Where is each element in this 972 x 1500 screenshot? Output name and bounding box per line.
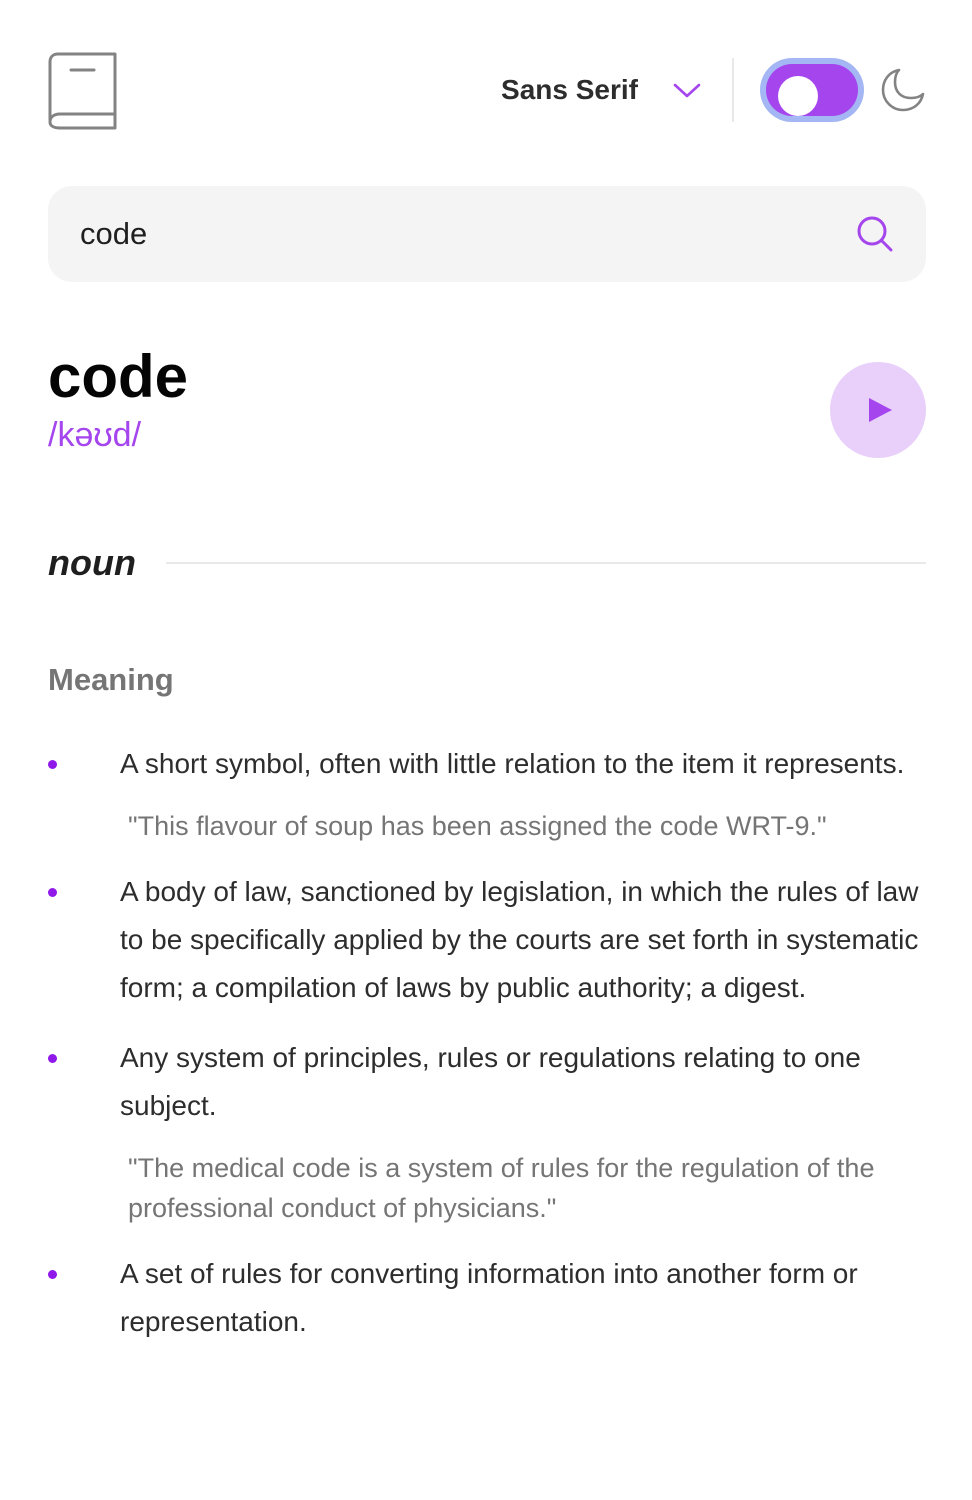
definitions-list: A short symbol, often with little relati… xyxy=(48,740,926,1346)
app-header: Sans Serif xyxy=(48,0,926,180)
part-of-speech-divider xyxy=(165,562,926,564)
play-icon xyxy=(869,398,892,422)
header-divider xyxy=(732,58,734,122)
header-controls: Sans Serif xyxy=(501,56,926,124)
definition-item: A body of law, sanctioned by legislation… xyxy=(48,868,926,1012)
search-input[interactable]: code xyxy=(80,216,856,252)
book-logo-icon xyxy=(48,52,117,130)
bullet-icon xyxy=(48,760,57,769)
definition-item: A set of rules for converting informatio… xyxy=(48,1250,926,1346)
word-heading: code /kəʊd/ xyxy=(48,282,926,512)
search-icon[interactable] xyxy=(856,215,894,253)
word-title: code xyxy=(48,343,189,410)
definition-text: A short symbol, often with little relati… xyxy=(120,748,905,779)
definition-text: A body of law, sanctioned by legislation… xyxy=(120,876,919,1003)
chevron-down-icon xyxy=(673,83,701,98)
moon-icon xyxy=(881,68,925,112)
part-of-speech: noun xyxy=(48,542,136,583)
toggle-track xyxy=(766,64,858,116)
search-bar[interactable]: code xyxy=(48,186,926,282)
definition-item: A short symbol, often with little relati… xyxy=(48,740,926,846)
phonetic-text: /kəʊd/ xyxy=(48,416,142,454)
dictionary-app: Sans Serif code code /kəʊd/ noun Meaning… xyxy=(0,0,972,1500)
definition-text: A set of rules for converting informatio… xyxy=(120,1258,858,1337)
toggle-knob xyxy=(778,76,818,116)
definition-example: "The medical code is a system of rules f… xyxy=(128,1153,875,1223)
font-selector-label: Sans Serif xyxy=(501,74,638,105)
font-selector[interactable]: Sans Serif xyxy=(501,74,702,106)
bullet-icon xyxy=(48,1270,57,1279)
play-audio-button[interactable] xyxy=(830,362,926,458)
definition-example: "This flavour of soup has been assigned … xyxy=(128,811,827,841)
theme-toggle[interactable] xyxy=(760,58,864,122)
part-of-speech-row: noun xyxy=(48,542,926,584)
definition-item: Any system of principles, rules or regul… xyxy=(48,1034,926,1228)
bullet-icon xyxy=(48,1054,57,1063)
definition-text: Any system of principles, rules or regul… xyxy=(120,1042,861,1121)
meaning-heading: Meaning xyxy=(48,662,174,697)
bullet-icon xyxy=(48,888,57,897)
